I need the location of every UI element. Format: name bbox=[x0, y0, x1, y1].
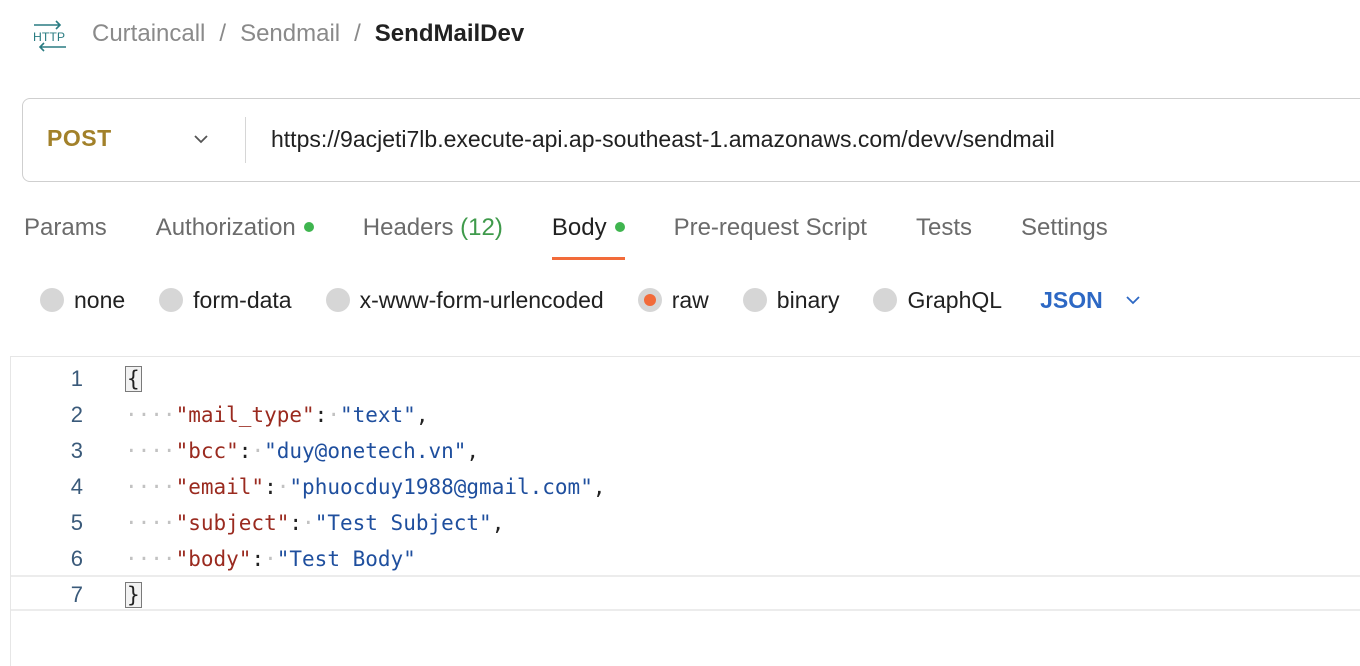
language-label: JSON bbox=[1040, 286, 1103, 313]
status-dot bbox=[303, 221, 314, 232]
json-key: "body" bbox=[175, 547, 252, 571]
editor-line: 3 ····"bcc":·"duy@onetech.vn", bbox=[11, 433, 1360, 469]
json-comma: , bbox=[415, 403, 429, 427]
request-header: HTTP Curtaincall / Sendmail / SendMailDe… bbox=[0, 0, 1360, 72]
radio-button-checked[interactable] bbox=[637, 288, 662, 312]
body-type-options: none form-data x-www-form-urlencoded raw… bbox=[40, 282, 1143, 318]
tab-params[interactable]: Params bbox=[24, 210, 107, 260]
code-text: ····"mail_type":·"text", bbox=[125, 403, 429, 427]
tab-pre-request-script[interactable]: Pre-request Script bbox=[674, 210, 867, 260]
tab-label: Headers bbox=[362, 214, 454, 241]
breadcrumb-collection[interactable]: Sendmail bbox=[240, 20, 340, 48]
json-key: "bcc" bbox=[175, 439, 239, 463]
url-bar: POST bbox=[22, 98, 1360, 182]
radio-button[interactable] bbox=[325, 288, 350, 312]
code-text: ····"email":·"phuocduy1988@gmail.com", bbox=[125, 475, 606, 499]
editor-line: 1 { bbox=[11, 361, 1360, 397]
breadcrumb-workspace[interactable]: Curtaincall bbox=[92, 20, 205, 48]
line-number: 2 bbox=[70, 402, 83, 427]
json-value: "text" bbox=[339, 403, 416, 427]
radio-button[interactable] bbox=[40, 288, 64, 312]
json-key: "mail_type" bbox=[175, 403, 315, 427]
url-input[interactable] bbox=[271, 121, 1351, 157]
json-value: "phuocduy1988@gmail.com" bbox=[289, 475, 593, 499]
editor-line-current: 7 } bbox=[11, 575, 1360, 611]
radio-graphql[interactable]: GraphQL bbox=[873, 287, 1002, 314]
radio-form-data[interactable]: form-data bbox=[159, 286, 292, 314]
line-number: 3 bbox=[70, 438, 83, 463]
tab-label: Authorization bbox=[155, 214, 296, 241]
json-key: "subject" bbox=[175, 511, 290, 535]
tab-label: Body bbox=[551, 214, 607, 241]
radio-x-www-form-urlencoded[interactable]: x-www-form-urlencoded bbox=[325, 286, 604, 314]
radio-button[interactable] bbox=[742, 288, 767, 312]
tab-label: Settings bbox=[1020, 214, 1108, 241]
json-comma: , bbox=[592, 475, 606, 499]
tab-label: Pre-request Script bbox=[673, 214, 867, 241]
json-comma: , bbox=[491, 511, 505, 535]
radio-button[interactable] bbox=[873, 288, 898, 312]
tab-settings[interactable]: Settings bbox=[1021, 210, 1108, 260]
json-brace: } bbox=[125, 582, 142, 608]
tab-authorization[interactable]: Authorization bbox=[156, 210, 314, 260]
http-icon: HTTP bbox=[33, 20, 66, 52]
radio-label: x-www-form-urlencoded bbox=[359, 286, 604, 313]
line-number: 1 bbox=[70, 366, 83, 391]
request-tabs: Params Authorization Headers (12) Body P… bbox=[24, 210, 1157, 262]
editor-line: 4 ····"email":·"phuocduy1988@gmail.com", bbox=[11, 469, 1360, 505]
language-select[interactable]: JSON bbox=[1040, 287, 1143, 314]
tab-body[interactable]: Body bbox=[551, 210, 625, 260]
json-value: "Test Body" bbox=[276, 547, 416, 571]
code-text: ····"bcc":·"duy@onetech.vn", bbox=[125, 439, 480, 463]
tab-label: Tests bbox=[915, 214, 972, 241]
breadcrumb-separator: / bbox=[354, 20, 361, 47]
line-number: 6 bbox=[70, 546, 83, 571]
breadcrumb: Curtaincall / Sendmail / SendMailDev bbox=[92, 20, 524, 48]
radio-label: form-data bbox=[193, 286, 292, 313]
editor-line: 6 ····"body":·"Test Body" bbox=[11, 541, 1360, 577]
json-value: "Test Subject" bbox=[314, 511, 492, 535]
chevron-down-icon[interactable] bbox=[1123, 290, 1143, 310]
code-text: } bbox=[125, 577, 142, 613]
code-text: ····"subject":·"Test Subject", bbox=[125, 511, 505, 535]
code-text: { bbox=[125, 361, 142, 397]
radio-binary[interactable]: binary bbox=[742, 286, 840, 314]
line-number: 7 bbox=[70, 582, 83, 607]
radio-label: GraphQL bbox=[907, 286, 1003, 313]
tab-headers[interactable]: Headers (12) bbox=[363, 210, 503, 260]
breadcrumb-request-name[interactable]: SendMailDev bbox=[375, 20, 524, 48]
editor-line: 2 ····"mail_type":·"text", bbox=[11, 397, 1360, 433]
radio-label: none bbox=[74, 286, 126, 313]
breadcrumb-separator: / bbox=[219, 20, 227, 47]
json-key: "email" bbox=[175, 475, 265, 499]
url-divider bbox=[245, 117, 246, 163]
status-dot bbox=[614, 221, 625, 232]
code-editor[interactable]: 1 { 2 ····"mail_type":·"text", 3 ····"bc… bbox=[10, 356, 1360, 666]
method-select[interactable]: POST bbox=[47, 125, 112, 152]
json-comma: , bbox=[466, 439, 480, 463]
tab-tests[interactable]: Tests bbox=[916, 210, 972, 260]
radio-raw[interactable]: raw bbox=[637, 286, 709, 314]
radio-label: binary bbox=[776, 286, 840, 313]
line-number: 5 bbox=[70, 510, 83, 535]
chevron-down-icon[interactable] bbox=[191, 129, 211, 149]
json-value: "duy@onetech.vn" bbox=[264, 439, 467, 463]
radio-none[interactable]: none bbox=[40, 287, 125, 314]
radio-label: raw bbox=[671, 286, 709, 313]
json-brace: { bbox=[125, 366, 142, 392]
headers-count: (12) bbox=[460, 214, 503, 241]
tab-label: Params bbox=[24, 214, 107, 241]
line-number: 4 bbox=[70, 474, 83, 499]
svg-text:HTTP: HTTP bbox=[33, 30, 65, 44]
radio-button[interactable] bbox=[159, 288, 184, 312]
code-text: ····"body":·"Test Body" bbox=[125, 547, 416, 571]
editor-line: 5 ····"subject":·"Test Subject", bbox=[11, 505, 1360, 541]
